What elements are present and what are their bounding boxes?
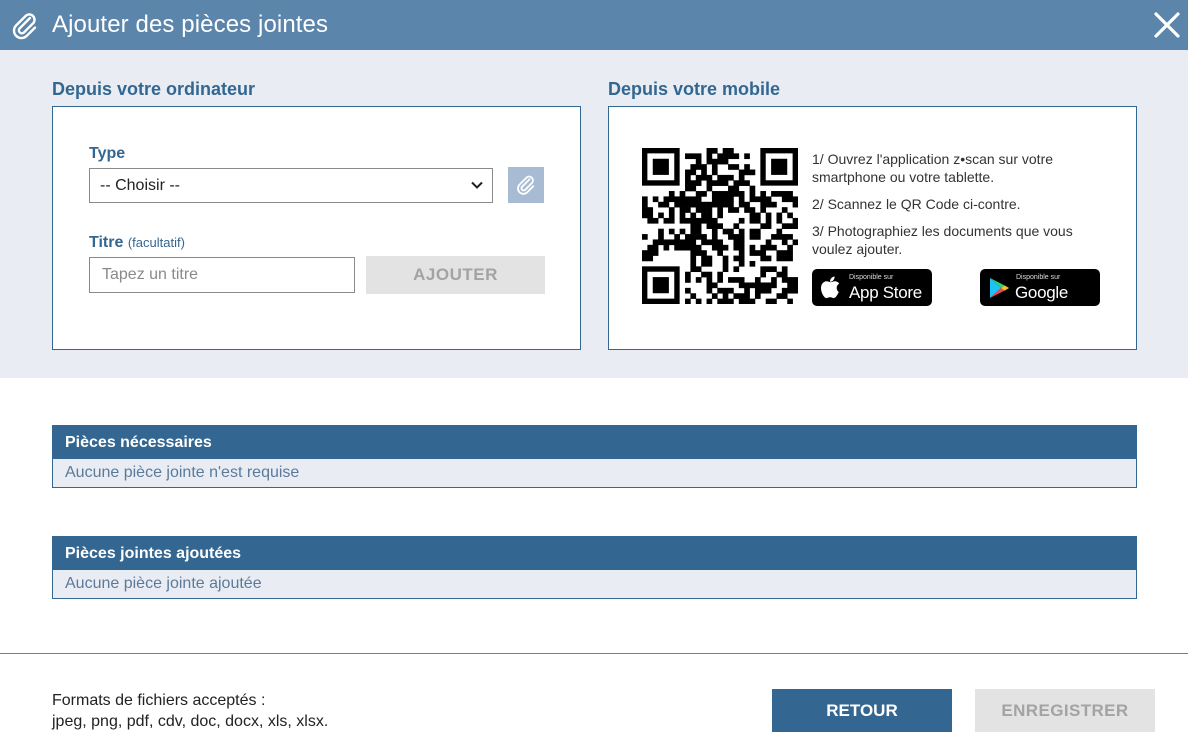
added-attachments-empty: Aucune pièce jointe ajoutée <box>53 570 1136 598</box>
google-play-name: Google Play <box>1015 283 1069 322</box>
back-button[interactable]: RETOUR <box>772 689 952 732</box>
accepted-formats-label: Formats de fichiers acceptés : <box>52 692 266 709</box>
computer-section-title: Depuis votre ordinateur <box>52 79 256 99</box>
required-documents-table: Pièces nécessaires Aucune pièce jointe n… <box>52 425 1137 488</box>
google-play-badge[interactable]: Disponible sur Google Play <box>980 269 1100 322</box>
computer-panel <box>52 106 581 350</box>
attach-file-button[interactable] <box>508 167 544 203</box>
google-play-icon <box>990 278 1009 298</box>
type-select[interactable]: -- Choisir -- <box>89 168 493 203</box>
titre-label: Titre (facultatif) <box>89 234 185 252</box>
dialog-titlebar: Ajouter des pièces jointes <box>0 0 1188 50</box>
chevron-down-icon <box>471 181 483 189</box>
app-store-badge[interactable]: Disponible sur App Store <box>812 269 932 306</box>
add-button[interactable]: AJOUTER <box>366 256 545 294</box>
titre-label-text: Titre <box>89 234 124 251</box>
paperclip-icon <box>12 13 37 40</box>
step-3: 3/ Photographiez les documents que vous … <box>812 223 1073 257</box>
footer-divider <box>0 653 1188 654</box>
added-attachments-table: Pièces jointes ajoutées Aucune pièce joi… <box>52 536 1137 599</box>
mobile-section-title: Depuis votre mobile <box>608 79 781 99</box>
required-documents-empty: Aucune pièce jointe n'est requise <box>53 459 1136 487</box>
save-button[interactable]: ENREGISTRER <box>975 689 1155 732</box>
close-icon[interactable] <box>1150 8 1184 42</box>
mobile-steps: 1/ Ouvrez l'application z•scan sur votre… <box>812 150 1112 267</box>
apple-icon <box>821 276 840 299</box>
accepted-formats-list: jpeg, png, pdf, cdv, doc, docx, xls, xls… <box>52 713 329 730</box>
app-store-name: App Store <box>849 283 922 302</box>
required-documents-header: Pièces nécessaires <box>53 426 1136 459</box>
google-play-small-text: Disponible sur <box>1016 274 1061 281</box>
titre-input[interactable] <box>89 257 355 293</box>
step-2: 2/ Scannez le QR Code ci-contre. <box>812 196 1021 212</box>
step-1: 1/ Ouvrez l'application z•scan sur votre… <box>812 151 1054 185</box>
paperclip-icon <box>517 175 535 195</box>
qr-code <box>642 148 798 304</box>
app-store-small-text: Disponible sur <box>849 274 894 281</box>
type-select-value: -- Choisir -- <box>100 176 180 194</box>
added-attachments-header: Pièces jointes ajoutées <box>53 537 1136 570</box>
titre-optional-hint: (facultatif) <box>127 235 185 250</box>
accepted-formats: Formats de fichiers acceptés : jpeg, png… <box>52 690 328 732</box>
type-label: Type <box>89 145 126 162</box>
dialog-title: Ajouter des pièces jointes <box>52 11 329 38</box>
